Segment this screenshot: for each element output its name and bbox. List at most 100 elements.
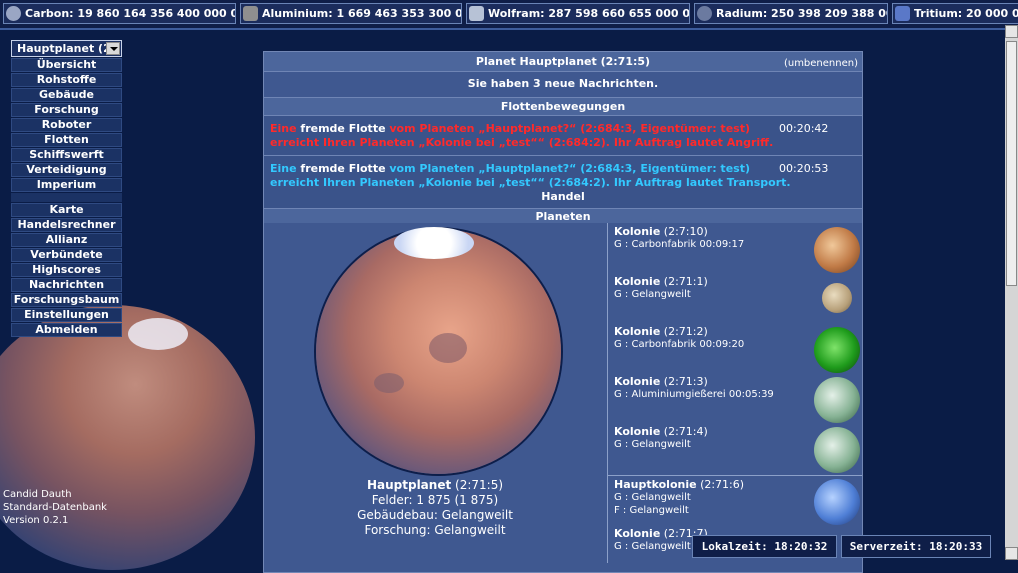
menu-item-schiffswerft[interactable]: Schiffswerft	[11, 148, 122, 162]
planet-thumbnail[interactable]	[814, 327, 860, 373]
menu-item-forschung[interactable]: Forschung	[11, 103, 122, 117]
menu-item-forschungsbaum[interactable]: Forschungsbaum	[11, 293, 122, 307]
planet-list-item[interactable]: Kolonie (2:7:10) G : Carbonfabrik 00:09:…	[608, 223, 862, 273]
resource-aluminium-label: Aluminium: 1 669 463 353 300 000	[262, 7, 462, 20]
resource-radium: Radium: 250 398 209 388 000	[694, 3, 888, 24]
current-planet: Hauptplanet (2:71:5) Felder: 1 875 (1 87…	[264, 223, 606, 563]
rename-link[interactable]: (umbenennen)	[784, 54, 858, 73]
menu-item-einstellungen[interactable]: Einstellungen	[11, 308, 122, 322]
chevron-down-icon[interactable]	[106, 42, 120, 55]
planet-thumbnail[interactable]	[814, 227, 860, 273]
credits-version: Version 0.2.1	[3, 515, 69, 526]
planet-status: G : Gelangweilt	[614, 439, 691, 450]
planet-name: Kolonie	[614, 325, 661, 338]
fleet-attack-line2: erreicht Ihren Planeten „Kolonie bei „te…	[270, 136, 774, 149]
fleet-transport-prefix: Eine	[270, 162, 297, 175]
planet-select-value: Hauptplanet (2	[17, 42, 111, 55]
fleet-attack-type: fremde Flotte	[300, 122, 386, 135]
page-title: Planet Hauptplanet (2:71:5)	[475, 55, 651, 68]
resource-wolfram-label: Wolfram: 287 598 660 655 000 000	[488, 7, 690, 20]
vertical-scrollbar[interactable]	[1005, 25, 1018, 560]
menu-item-rohstoffe[interactable]: Rohstoffe	[11, 73, 122, 87]
resource-carbon: Carbon: 19 860 164 356 400 000 000	[3, 3, 236, 24]
menu-divider	[11, 193, 122, 202]
menu-item-highscores[interactable]: Highscores	[11, 263, 122, 277]
scroll-up-arrow-icon[interactable]	[1005, 25, 1018, 38]
trade-link[interactable]: Handel	[264, 190, 862, 203]
fleet-transport-time: 00:20:53	[779, 162, 829, 175]
resource-wolfram: Wolfram: 287 598 660 655 000 000	[466, 3, 690, 24]
new-messages-link[interactable]: Sie haben 3 neue Nachrichten.	[264, 77, 862, 93]
planet-thumbnail[interactable]	[814, 377, 860, 423]
menu-item-flotten[interactable]: Flotten	[11, 133, 122, 147]
planet-list: Kolonie (2:7:10) G : Carbonfabrik 00:09:…	[608, 223, 862, 572]
planet-list-item[interactable]: Kolonie (2:71:1) G : Gelangweilt	[608, 273, 862, 323]
current-planet-spot	[374, 373, 404, 393]
fleet-attack-line1: Eine fremde Flotte vom Planeten „Hauptpl…	[270, 122, 750, 135]
current-planet-icecap	[394, 227, 474, 259]
scroll-thumb[interactable]	[1006, 41, 1017, 286]
server-time: Serverzeit: 18:20:33	[841, 535, 991, 558]
planet-coords: (2:71:4)	[663, 425, 708, 438]
background-planet-icecap	[128, 318, 188, 350]
tritium-icon	[895, 6, 910, 21]
current-planet-coords: (2:71:5)	[455, 478, 504, 492]
planet-status: G : Carbonfabrik 00:09:17	[614, 239, 745, 250]
planet-name: Kolonie	[614, 275, 661, 288]
menu-item-handelsrechner[interactable]: Handelsrechner	[11, 218, 122, 232]
menu-item-verbuendete[interactable]: Verbündete	[11, 248, 122, 262]
fleet-transport-line2: erreicht Ihren Planeten „Kolonie bei „te…	[270, 176, 791, 189]
planet-thumbnail[interactable]	[822, 283, 852, 313]
planet-name: Kolonie	[614, 425, 661, 438]
main-panel: Planet Hauptplanet (2:71:5) (umbenennen)…	[263, 51, 863, 573]
credits-author: Candid Dauth	[3, 489, 72, 500]
credits-database: Standard-Datenbank	[3, 502, 107, 513]
planet-status: G : Gelangweilt	[614, 541, 691, 552]
resource-aluminium: Aluminium: 1 669 463 353 300 000	[240, 3, 462, 24]
current-planet-title: Hauptplanet (2:71:5)	[264, 478, 606, 493]
menu-item-imperium[interactable]: Imperium	[11, 178, 122, 192]
menu-item-nachrichten[interactable]: Nachrichten	[11, 278, 122, 292]
planet-list-item[interactable]: Kolonie (2:71:2) G : Carbonfabrik 00:09:…	[608, 323, 862, 373]
planets-section: Hauptplanet (2:71:5) Felder: 1 875 (1 87…	[264, 223, 862, 572]
current-planet-spot	[429, 333, 467, 363]
menu-item-karte[interactable]: Karte	[11, 203, 122, 217]
menu-item-uebersicht[interactable]: Übersicht	[11, 58, 122, 72]
fleet-header: Flottenbewegungen	[264, 97, 862, 116]
radium-icon	[697, 6, 712, 21]
planet-list-item[interactable]: Kolonie (2:71:4) G : Gelangweilt	[608, 423, 862, 473]
resource-bar: Carbon: 19 860 164 356 400 000 000 Alumi…	[0, 0, 1018, 30]
aluminium-icon	[243, 6, 258, 21]
planet-coords: (2:71:2)	[663, 325, 708, 338]
fleet-attack-time: 00:20:42	[779, 122, 829, 135]
carbon-icon	[6, 6, 21, 21]
menu-item-gebaeude[interactable]: Gebäude	[11, 88, 122, 102]
planet-name: Kolonie	[614, 375, 661, 388]
fleet-attack-prefix: Eine	[270, 122, 297, 135]
menu-item-roboter[interactable]: Roboter	[11, 118, 122, 132]
wolfram-icon	[469, 6, 484, 21]
menu-item-verteidigung[interactable]: Verteidigung	[11, 163, 122, 177]
scroll-down-arrow-icon[interactable]	[1005, 547, 1018, 560]
current-planet-fields: Felder: 1 875 (1 875)	[371, 493, 499, 507]
planet-list-item[interactable]: Hauptkolonie (2:71:6) G : Gelangweilt F …	[608, 475, 862, 526]
resource-radium-label: Radium: 250 398 209 388 000	[716, 7, 888, 20]
planet-thumbnail[interactable]	[814, 427, 860, 473]
menu-item-allianz[interactable]: Allianz	[11, 233, 122, 247]
planet-thumbnail[interactable]	[814, 479, 860, 525]
fleet-row-attack: Eine fremde Flotte vom Planeten „Hauptpl…	[264, 115, 862, 155]
current-planet-name: Hauptplanet	[366, 478, 452, 492]
planet-status: G : Gelangweilt	[614, 289, 691, 300]
menu-item-abmelden[interactable]: Abmelden	[11, 323, 122, 337]
planet-select[interactable]: Hauptplanet (2	[11, 40, 122, 57]
planet-name: Kolonie	[614, 527, 661, 540]
planet-coords: (2:7:10)	[663, 225, 708, 238]
planet-list-item[interactable]: Kolonie (2:71:3) G : Aluminiumgießerei 0…	[608, 373, 862, 423]
current-planet-research: Forschung: Gelangweilt	[364, 523, 506, 537]
background-planet-image	[0, 305, 255, 570]
page-title-bar: Planet Hauptplanet (2:71:5) (umbenennen)	[264, 52, 862, 72]
current-planet-building: Gebäudebau: Gelangweilt	[357, 508, 513, 522]
fleet-transport-origin: vom Planeten „Hauptplanet?“ (2:684:3, Ei…	[389, 162, 750, 175]
resource-carbon-label: Carbon: 19 860 164 356 400 000 000	[25, 7, 236, 20]
planet-coords: (2:71:6)	[700, 478, 745, 491]
